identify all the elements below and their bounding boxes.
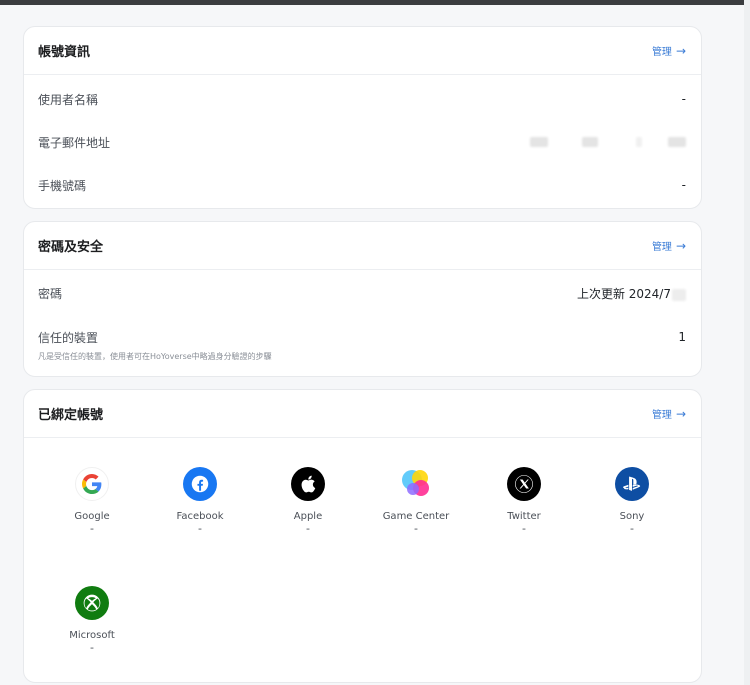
password-last-updated-text: 上次更新 2024/7 [576,287,671,301]
account-value: - [306,522,310,535]
trusted-devices-count: 1 [678,330,686,344]
manage-label: 管理 [651,410,672,421]
x-icon[interactable] [507,467,541,501]
account-info-title: 帳號資訊 [38,45,91,60]
username-label: 使用者名稱 [38,92,99,107]
google-icon[interactable] [75,467,109,501]
email-label: 電子郵件地址 [38,135,111,150]
linked-account-google[interactable]: Google - [37,467,147,535]
linked-accounts-grid: Google - Facebook - Apple - Game Center … [24,438,701,682]
linked-accounts-header: 已綁定帳號 管理 → [24,390,701,438]
linked-accounts-card: 已綁定帳號 管理 → Google - Facebook - Apple - G… [23,389,702,683]
password-row: 密碼 上次更新 2024/7 [24,270,701,317]
password-last-updated: 上次更新 2024/7 [577,285,686,302]
arrow-right-icon: → [675,406,686,421]
password-label: 密碼 [38,287,63,301]
account-name: Game Center [382,511,450,522]
account-info-card: 帳號資訊 管理 → 使用者名稱 - 電子郵件地址 手機號碼 - [23,26,702,209]
username-row: 使用者名稱 - [24,76,701,122]
linked-account-sony[interactable]: Sony - [577,467,687,535]
browser-top-bar [0,0,750,5]
linked-account-microsoft[interactable]: Microsoft - [37,586,147,654]
facebook-icon[interactable] [183,467,217,501]
account-name: Microsoft [69,630,115,641]
apple-icon[interactable] [291,467,325,501]
email-value-redacted [530,137,686,147]
account-value: - [90,641,94,654]
xbox-icon[interactable] [75,586,109,620]
phone-label: 手機號碼 [38,178,87,193]
linked-account-twitter[interactable]: Twitter - [469,467,579,535]
redacted-date-tail [672,288,686,301]
scrollbar-track[interactable] [744,0,750,685]
security-title: 密碼及安全 [38,240,104,255]
phone-value: - [681,178,686,192]
linked-accounts-title: 已綁定帳號 [38,408,104,423]
arrow-right-icon: → [675,238,686,253]
linked-account-apple[interactable]: Apple - [253,467,363,535]
email-row: 電子郵件地址 [24,122,701,162]
account-value: - [90,522,94,535]
playstation-icon[interactable] [615,467,649,501]
manage-label: 管理 [651,47,672,58]
manage-label: 管理 [651,242,672,253]
account-info-manage-link[interactable]: 管理 → [651,43,686,59]
security-manage-link[interactable]: 管理 → [651,238,686,254]
account-value: - [630,522,634,535]
arrow-right-icon: → [675,43,686,58]
account-info-header: 帳號資訊 管理 → [24,27,701,75]
account-value: - [198,522,202,535]
phone-row: 手機號碼 - [24,162,701,208]
account-name: Google [74,511,110,522]
security-card: 密碼及安全 管理 → 密碼 上次更新 2024/7 信任的裝置 1 凡是受信任的… [23,221,702,377]
linked-account-game-center[interactable]: Game Center - [361,467,471,535]
security-header: 密碼及安全 管理 → [24,222,701,270]
trusted-devices-note: 凡是受信任的裝置，使用者可在HoYoverse中略過身分驗證的步驟 [38,352,272,361]
account-name: Twitter [507,511,541,522]
username-value: - [681,92,686,106]
linked-accounts-manage-link[interactable]: 管理 → [651,406,686,422]
linked-account-facebook[interactable]: Facebook - [145,467,255,535]
account-value: - [414,522,418,535]
account-name: Facebook [176,511,224,522]
game-center-icon[interactable] [399,467,433,501]
account-name: Sony [619,511,645,522]
trusted-devices-label: 信任的裝置 [38,330,99,345]
account-name: Apple [293,511,323,522]
account-value: - [522,522,526,535]
